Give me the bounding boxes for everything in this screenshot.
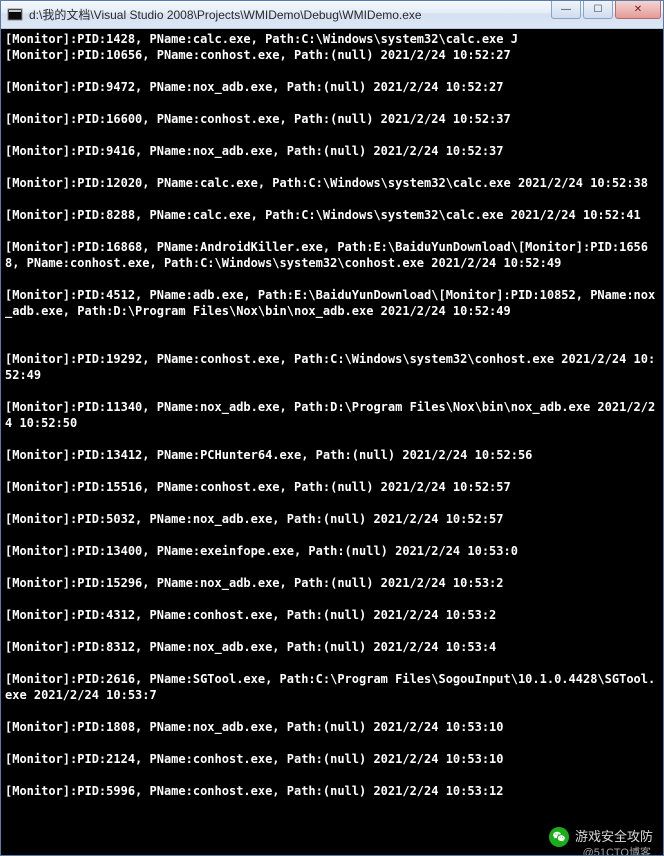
console-line [5, 383, 659, 399]
console-line: [Monitor]:PID:9472, PName:nox_adb.exe, P… [5, 79, 659, 95]
maximize-button[interactable]: ☐ [583, 1, 613, 19]
console-line: [Monitor]:PID:13412, PName:PCHunter64.ex… [5, 447, 659, 463]
minimize-button[interactable]: — [551, 1, 581, 19]
console-line [5, 591, 659, 607]
console-line [5, 623, 659, 639]
console-line [5, 655, 659, 671]
console-line: [Monitor]:PID:10656, PName:conhost.exe, … [5, 47, 659, 63]
console-line [5, 319, 659, 335]
console-line: [Monitor]:PID:5996, PName:conhost.exe, P… [5, 783, 659, 799]
console-line [5, 63, 659, 79]
console-line [5, 223, 659, 239]
console-line [5, 767, 659, 783]
console-line: [Monitor]:PID:19292, PName:conhost.exe, … [5, 351, 659, 383]
console-line: [Monitor]:PID:11340, PName:nox_adb.exe, … [5, 399, 659, 431]
maximize-icon: ☐ [594, 4, 603, 15]
console-line [5, 463, 659, 479]
console-line: [Monitor]:PID:8312, PName:nox_adb.exe, P… [5, 639, 659, 655]
console-line: [Monitor]:PID:2124, PName:conhost.exe, P… [5, 751, 659, 767]
window-controls: — ☐ ✕ [549, 1, 661, 21]
console-line: [Monitor]:PID:4312, PName:conhost.exe, P… [5, 607, 659, 623]
app-window: d:\我的文档\Visual Studio 2008\Projects\WMID… [0, 0, 664, 856]
watermark-text: 游戏安全攻防 [575, 829, 653, 845]
app-icon [7, 7, 23, 23]
minimize-icon: — [561, 4, 571, 15]
console-line: [Monitor]:PID:15296, PName:nox_adb.exe, … [5, 575, 659, 591]
console-line [5, 335, 659, 351]
close-button[interactable]: ✕ [615, 1, 661, 19]
wechat-icon [549, 827, 569, 847]
watermark-sub: @51CTO博客 [583, 845, 651, 855]
console-line: [Monitor]:PID:4512, PName:adb.exe, Path:… [5, 287, 659, 319]
console-line: [Monitor]:PID:1808, PName:nox_adb.exe, P… [5, 719, 659, 735]
console-line [5, 271, 659, 287]
console-line [5, 527, 659, 543]
console-line: [Monitor]:PID:13400, PName:exeinfope.exe… [5, 543, 659, 559]
console-line: [Monitor]:PID:16868, PName:AndroidKiller… [5, 239, 659, 271]
console-line: [Monitor]:PID:15516, PName:conhost.exe, … [5, 479, 659, 495]
console-line [5, 431, 659, 447]
console-output[interactable]: [Monitor]:PID:1428, PName:calc.exe, Path… [1, 29, 663, 855]
console-line: [Monitor]:PID:9416, PName:nox_adb.exe, P… [5, 143, 659, 159]
console-line [5, 703, 659, 719]
console-line: [Monitor]:PID:12020, PName:calc.exe, Pat… [5, 175, 659, 191]
console-line: [Monitor]:PID:16600, PName:conhost.exe, … [5, 111, 659, 127]
console-line [5, 127, 659, 143]
console-line: [Monitor]:PID:5032, PName:nox_adb.exe, P… [5, 511, 659, 527]
console-line: [Monitor]:PID:8288, PName:calc.exe, Path… [5, 207, 659, 223]
console-line [5, 735, 659, 751]
window-title: d:\我的文档\Visual Studio 2008\Projects\WMID… [29, 6, 549, 23]
close-icon: ✕ [634, 4, 642, 15]
watermark: 游戏安全攻防 [549, 827, 653, 847]
console-line [5, 559, 659, 575]
console-line [5, 95, 659, 111]
console-line: [Monitor]:PID:1428, PName:calc.exe, Path… [5, 31, 659, 47]
title-bar[interactable]: d:\我的文档\Visual Studio 2008\Projects\WMID… [1, 1, 663, 29]
console-line [5, 191, 659, 207]
console-line [5, 159, 659, 175]
console-line: [Monitor]:PID:2616, PName:SGTool.exe, Pa… [5, 671, 659, 703]
console-line [5, 495, 659, 511]
